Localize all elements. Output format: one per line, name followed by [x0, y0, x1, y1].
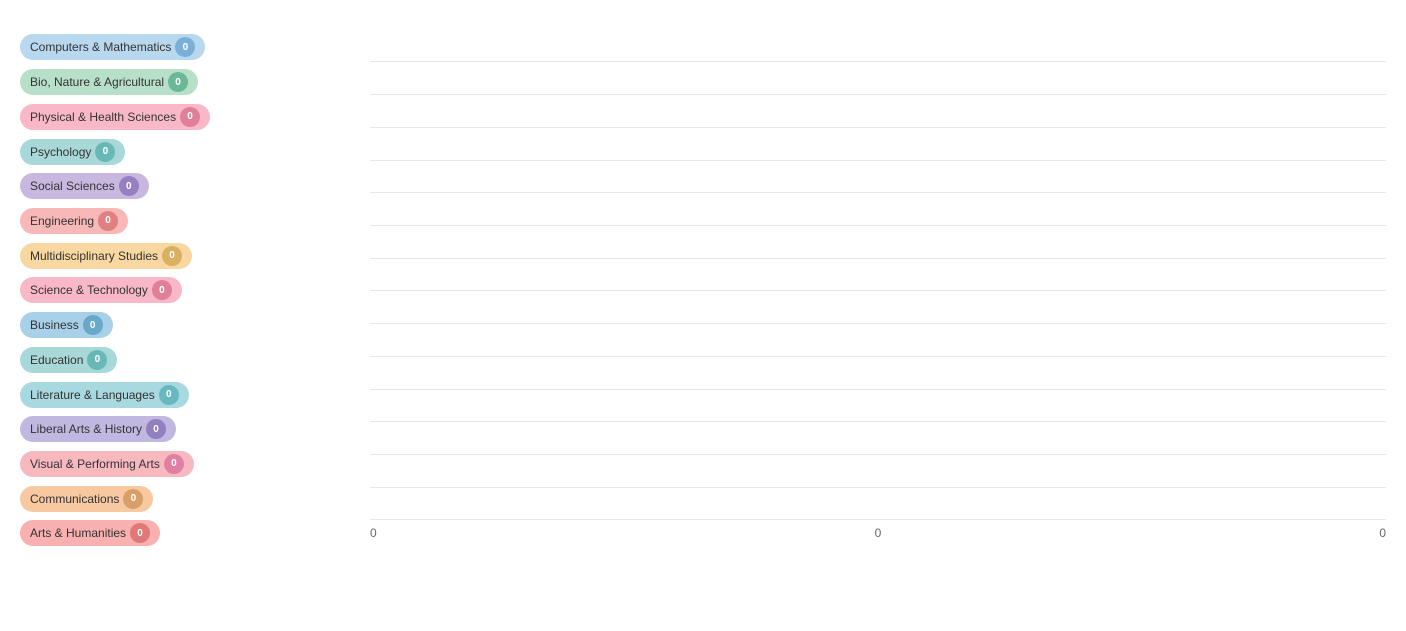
grid-line — [370, 161, 1386, 193]
chart-container: Computers & Mathematics0Bio, Nature & Ag… — [0, 0, 1406, 631]
bar-label: Physical & Health Sciences — [30, 110, 176, 124]
bar-value-badge: 0 — [152, 280, 172, 300]
bar-value-badge: 0 — [146, 419, 166, 439]
bar-label: Literature & Languages — [30, 388, 155, 402]
bar-row: Literature & Languages 0 — [20, 379, 370, 411]
grid-line — [370, 488, 1386, 520]
bar-pill: Social Sciences 0 — [20, 173, 149, 199]
grid-lines-bg — [370, 30, 1386, 521]
bar-row: Liberal Arts & History 0 — [20, 413, 370, 445]
bar-pill: Multidisciplinary Studies 0 — [20, 243, 192, 269]
grid-line — [370, 423, 1386, 455]
bar-row: Engineering 0 — [20, 205, 370, 237]
bar-value-badge: 0 — [87, 350, 107, 370]
grid-line — [370, 325, 1386, 357]
bar-pill: Business 0 — [20, 312, 113, 338]
x-axis: 0 0 0 — [370, 521, 1386, 551]
bar-row: Social Sciences 0 — [20, 170, 370, 202]
bar-label: Social Sciences — [30, 179, 115, 193]
bar-row: Arts & Humanities 0 — [20, 517, 370, 549]
x-axis-label: 0 — [370, 526, 377, 540]
bars-section: Computers & Mathematics0Bio, Nature & Ag… — [20, 30, 370, 551]
bar-pill: Physical & Health Sciences 0 — [20, 104, 210, 130]
bar-row: Business 0 — [20, 309, 370, 341]
bar-value-badge: 0 — [159, 385, 179, 405]
bar-label: Liberal Arts & History — [30, 422, 142, 436]
bar-pill: Bio, Nature & Agricultural 0 — [20, 69, 198, 95]
chart-area: Computers & Mathematics0Bio, Nature & Ag… — [20, 30, 1386, 551]
grid-line — [370, 30, 1386, 62]
grid-line — [370, 456, 1386, 488]
bar-value-badge: 0 — [123, 489, 143, 509]
bar-row: Physical & Health Sciences 0 — [20, 101, 370, 133]
bar-value-badge: 0 — [98, 211, 118, 231]
grid-line — [370, 227, 1386, 259]
bar-label: Engineering — [30, 214, 94, 228]
bar-row: Science & Technology 0 — [20, 274, 370, 306]
bar-label: Communications — [30, 492, 119, 506]
bar-pill: Liberal Arts & History 0 — [20, 416, 176, 442]
bar-pill: Education 0 — [20, 347, 117, 373]
bar-value-badge: 0 — [164, 454, 184, 474]
bar-pill: Science & Technology 0 — [20, 277, 182, 303]
grid-line — [370, 129, 1386, 161]
bar-value-badge: 0 — [168, 72, 188, 92]
grid-line — [370, 358, 1386, 390]
bar-value-badge: 0 — [162, 246, 182, 266]
bar-pill: Psychology 0 — [20, 139, 125, 165]
bar-row: Education 0 — [20, 344, 370, 376]
bar-value-badge: 0 — [175, 37, 195, 57]
bar-pill: Computers & Mathematics 0 — [20, 34, 205, 60]
bar-row: Computers & Mathematics 0 — [20, 31, 370, 63]
grid-section: 0 0 0 — [370, 30, 1386, 551]
bar-value-badge: 0 — [119, 176, 139, 196]
x-axis-label: 0 — [1379, 526, 1386, 540]
bar-row: Multidisciplinary Studies 0 — [20, 240, 370, 272]
bar-value-badge: 0 — [83, 315, 103, 335]
grid-line — [370, 96, 1386, 128]
bar-label: Arts & Humanities — [30, 526, 126, 540]
bar-value-badge: 0 — [180, 107, 200, 127]
bar-row: Communications 0 — [20, 483, 370, 515]
grid-line — [370, 63, 1386, 95]
bar-pill: Communications 0 — [20, 486, 153, 512]
bar-pill: Literature & Languages 0 — [20, 382, 189, 408]
bar-pill: Visual & Performing Arts 0 — [20, 451, 194, 477]
bar-label: Bio, Nature & Agricultural — [30, 75, 164, 89]
bar-value-badge: 0 — [130, 523, 150, 543]
bar-row: Visual & Performing Arts 0 — [20, 448, 370, 480]
grid-line — [370, 292, 1386, 324]
bar-pill: Engineering 0 — [20, 208, 128, 234]
bar-label: Multidisciplinary Studies — [30, 249, 158, 263]
bar-label: Visual & Performing Arts — [30, 457, 160, 471]
bar-value-badge: 0 — [95, 142, 115, 162]
bar-label: Business — [30, 318, 79, 332]
x-axis-label: 0 — [875, 526, 882, 540]
bar-row: Bio, Nature & Agricultural 0 — [20, 66, 370, 98]
bar-pill: Arts & Humanities 0 — [20, 520, 160, 546]
bar-row: Psychology 0 — [20, 136, 370, 168]
bar-label: Psychology — [30, 145, 91, 159]
bar-label: Education — [30, 353, 83, 367]
bar-label: Science & Technology — [30, 283, 148, 297]
grid-line — [370, 194, 1386, 226]
grid-line — [370, 259, 1386, 291]
bar-label: Computers & Mathematics — [30, 40, 171, 54]
grid-line — [370, 390, 1386, 422]
